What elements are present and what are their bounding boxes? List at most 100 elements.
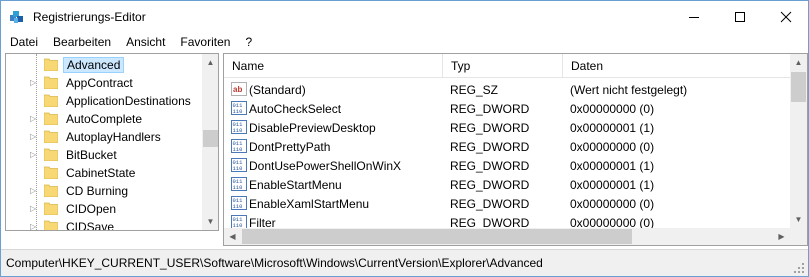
tree-expander-icon[interactable]: ▷ [30, 204, 40, 214]
tree-item-cidsave[interactable]: ▷ CIDSave [6, 218, 202, 231]
status-bar: Computer\HKEY_CURRENT_USER\Software\Micr… [1, 249, 808, 276]
value-data: 0x00000001 (1) [570, 159, 655, 173]
svg-text:ab: ab [233, 85, 242, 94]
tree-item-cidopen[interactable]: ▷ CIDOpen [6, 200, 202, 218]
menu-help[interactable]: ? [237, 32, 259, 52]
scrollbar-thumb[interactable] [242, 229, 632, 244]
menu-edit[interactable]: Bearbeiten [45, 32, 118, 52]
value-data: 0x00000000 (0) [570, 197, 655, 211]
menu-view[interactable]: Ansicht [118, 32, 172, 52]
column-header-data[interactable]: Daten [563, 54, 790, 78]
scroll-up-icon[interactable]: ▲ [790, 54, 807, 71]
folder-icon [44, 148, 58, 161]
menu-file[interactable]: Datei [1, 32, 45, 52]
binary-value-icon: 011110 [231, 158, 247, 172]
tree-item-appcontract[interactable]: ▷ AppContract [6, 74, 202, 92]
tree-item-cd-burning[interactable]: ▷ CD Burning [6, 182, 202, 200]
tree-expander-icon[interactable]: ▷ [30, 186, 40, 196]
tree-item-label: Advanced [63, 57, 125, 73]
folder-icon [44, 130, 58, 143]
tree-expander-icon[interactable]: ▷ [30, 78, 40, 88]
folder-icon [44, 94, 58, 107]
close-icon [780, 11, 792, 22]
tree-expander-icon[interactable] [30, 168, 40, 178]
tree-expander-icon[interactable]: ▷ [30, 150, 40, 160]
table-row[interactable]: 011 110 DontPrettyPath REG_DWORD 0x000000… [224, 137, 790, 156]
window-title: Registrierungs-Editor [33, 10, 146, 24]
registry-editor-window: Registrierungs-Editor Datei Bearbeiten A… [0, 0, 809, 277]
column-header-type[interactable]: Typ [443, 54, 563, 78]
value-data: 0x00000001 (1) [570, 178, 655, 192]
table-row[interactable]: 011 110 AutoCheckSelect REG_DWORD 0x00000… [224, 99, 790, 118]
svg-text:110: 110 [233, 184, 243, 191]
tree-item-label: CabinetState [66, 166, 136, 180]
list-vertical-scrollbar[interactable]: ▲ ▼ [790, 54, 807, 228]
resize-grip-icon[interactable] [793, 262, 805, 274]
tree-expander-icon[interactable]: ▷ [30, 132, 40, 142]
binary-value-icon: 011110 [231, 196, 247, 210]
tree-expander-icon[interactable]: ▷ [30, 114, 40, 124]
scroll-down-icon[interactable]: ▼ [790, 211, 807, 228]
folder-icon [44, 58, 58, 71]
tree-item-label: CIDSave [66, 220, 115, 231]
tree-expander-icon[interactable]: ▷ [30, 222, 40, 230]
scrollbar-thumb[interactable] [203, 130, 218, 147]
value-name: (Standard) [249, 83, 306, 97]
minimize-button[interactable] [671, 1, 717, 32]
folder-icon [44, 112, 58, 125]
scroll-up-icon[interactable]: ▲ [202, 54, 218, 71]
tree-item-autoplayhandlers[interactable]: ▷ AutoplayHandlers [6, 128, 202, 146]
folder-icon [44, 220, 58, 230]
tree-item-autocomplete[interactable]: ▷ AutoComplete [6, 110, 202, 128]
table-row[interactable]: 011 110 EnableStartMenu REG_DWORD 0x00000… [224, 175, 790, 194]
tree-vertical-scrollbar[interactable]: ▲ ▼ [202, 54, 218, 230]
tree-item-label: BitBucket [66, 148, 117, 162]
value-name: DontUsePowerShellOnWinX [249, 159, 402, 173]
tree-expander-icon[interactable] [30, 96, 40, 106]
column-header-name[interactable]: Name [224, 54, 443, 78]
regedit-app-icon [10, 11, 23, 23]
value-type: REG_DWORD [450, 197, 530, 211]
scroll-left-icon[interactable]: ◀ [224, 228, 241, 245]
tree-item-bitbucket[interactable]: ▷ BitBucket [6, 146, 202, 164]
value-data: 0x00000000 (0) [570, 140, 655, 154]
table-row[interactable]: ab (Standard) REG_SZ (Wert nicht festgel… [224, 80, 790, 99]
menu-favorites[interactable]: Favoriten [172, 32, 237, 52]
scrollbar-thumb[interactable] [791, 72, 806, 102]
tree-item-cabinetstate[interactable]: CabinetState [6, 164, 202, 182]
table-row[interactable]: 011 110 EnableXamlStartMenu REG_DWORD 0x0… [224, 194, 790, 213]
tree-item-advanced[interactable]: Advanced [6, 56, 202, 74]
binary-value-icon: 011110 [231, 177, 247, 191]
svg-text:110: 110 [233, 146, 243, 153]
maximize-icon [735, 11, 745, 22]
close-button[interactable] [763, 1, 809, 32]
value-type: REG_DWORD [450, 121, 530, 135]
title-bar[interactable]: Registrierungs-Editor [1, 1, 808, 32]
binary-value-icon: 011110 [231, 139, 247, 153]
list-horizontal-scrollbar[interactable]: ◀ ▶ [224, 228, 790, 245]
scrollbar-corner [790, 228, 807, 245]
folder-icon [44, 76, 58, 89]
key-path: Computer\HKEY_CURRENT_USER\Software\Micr… [6, 256, 543, 270]
table-row[interactable]: 011 110 DisablePreviewDesktop REG_DWORD 0… [224, 118, 790, 137]
scroll-right-icon[interactable]: ▶ [773, 228, 790, 245]
scroll-down-icon[interactable]: ▼ [202, 213, 218, 230]
folder-icon [44, 166, 58, 179]
menu-bar: Datei Bearbeiten Ansicht Favoriten ? [1, 32, 808, 52]
value-type: REG_DWORD [450, 102, 530, 116]
value-type: REG_DWORD [450, 140, 530, 154]
folder-icon [44, 202, 58, 215]
tree-item-label: AutoplayHandlers [66, 130, 161, 144]
tree-item-label: CD Burning [66, 184, 129, 198]
value-list[interactable]: Name Typ Daten ab (Standard) REG_SZ (Wer… [223, 53, 808, 246]
maximize-button[interactable] [717, 1, 763, 32]
value-data: (Wert nicht festgelegt) [570, 83, 688, 97]
tree-item-applicationdestinations[interactable]: ApplicationDestinations [6, 92, 202, 110]
folder-icon [44, 184, 58, 197]
tree-expander-icon[interactable] [30, 60, 40, 70]
table-row[interactable]: 011 110 DontUsePowerShellOnWinX REG_DWORD… [224, 156, 790, 175]
binary-value-icon: 011110 [231, 120, 247, 134]
svg-text:110: 110 [233, 108, 243, 115]
key-tree[interactable]: Advanced ▷ AppContract ApplicationDestin… [5, 53, 219, 231]
value-name: EnableStartMenu [249, 178, 342, 192]
